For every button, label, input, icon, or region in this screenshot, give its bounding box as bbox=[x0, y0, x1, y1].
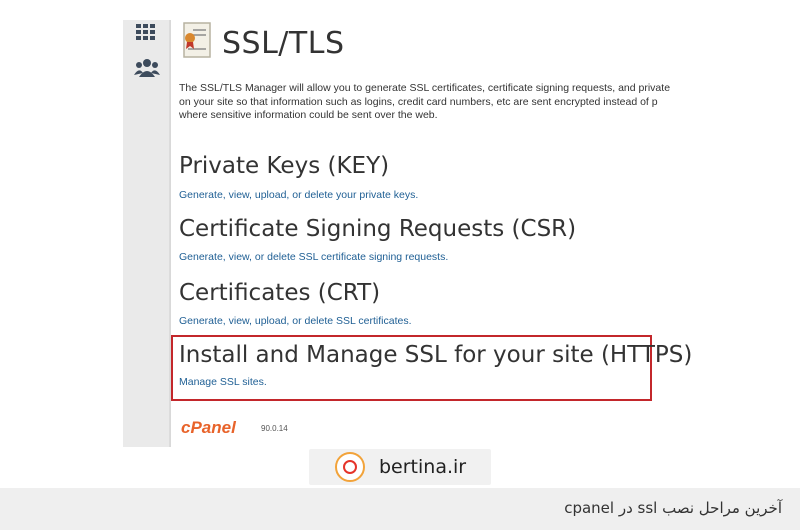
section-title-certificates: Certificates (CRT) bbox=[179, 280, 381, 306]
cpanel-screenshot: SSL/TLS The SSL/TLS Manager will allow y… bbox=[123, 20, 695, 447]
cpanel-version: 90.0.14 bbox=[261, 424, 288, 433]
intro-line: on your site so that information such as… bbox=[179, 95, 658, 108]
section-title-csr: Certificate Signing Requests (CSR) bbox=[179, 216, 577, 242]
manage-ssl-sites-link[interactable]: Manage SSL sites. bbox=[179, 376, 267, 388]
grid-icon[interactable] bbox=[136, 24, 156, 40]
intro-line: where sensitive information could be sen… bbox=[179, 109, 438, 121]
certificates-link[interactable]: Generate, view, upload, or delete SSL ce… bbox=[179, 315, 412, 327]
intro-text: The SSL/TLS Manager will allow you to ge… bbox=[179, 82, 695, 123]
section-title-install-ssl: Install and Manage SSL for your site (HT… bbox=[179, 342, 693, 368]
sidebar bbox=[123, 20, 170, 447]
bertina-logo-icon bbox=[335, 452, 365, 482]
page-title: SSL/TLS bbox=[222, 26, 345, 61]
brand-name[interactable]: bertina.ir bbox=[379, 456, 466, 478]
image-caption: آخرین مراحل نصب ssl در cpanel bbox=[564, 499, 782, 517]
users-icon[interactable] bbox=[134, 58, 160, 78]
watermark: bertina.ir bbox=[309, 449, 491, 485]
ssl-tls-page: SSL/TLS The SSL/TLS Manager will allow y… bbox=[170, 20, 695, 447]
cpanel-logo: cPanel bbox=[181, 418, 236, 437]
caption-bar: آخرین مراحل نصب ssl در cpanel bbox=[0, 488, 800, 530]
certificate-icon bbox=[183, 22, 211, 58]
section-title-private-keys: Private Keys (KEY) bbox=[179, 153, 390, 179]
private-keys-link[interactable]: Generate, view, upload, or delete your p… bbox=[179, 189, 418, 201]
intro-line: The SSL/TLS Manager will allow you to ge… bbox=[179, 82, 671, 94]
csr-link[interactable]: Generate, view, or delete SSL certificat… bbox=[179, 251, 448, 263]
